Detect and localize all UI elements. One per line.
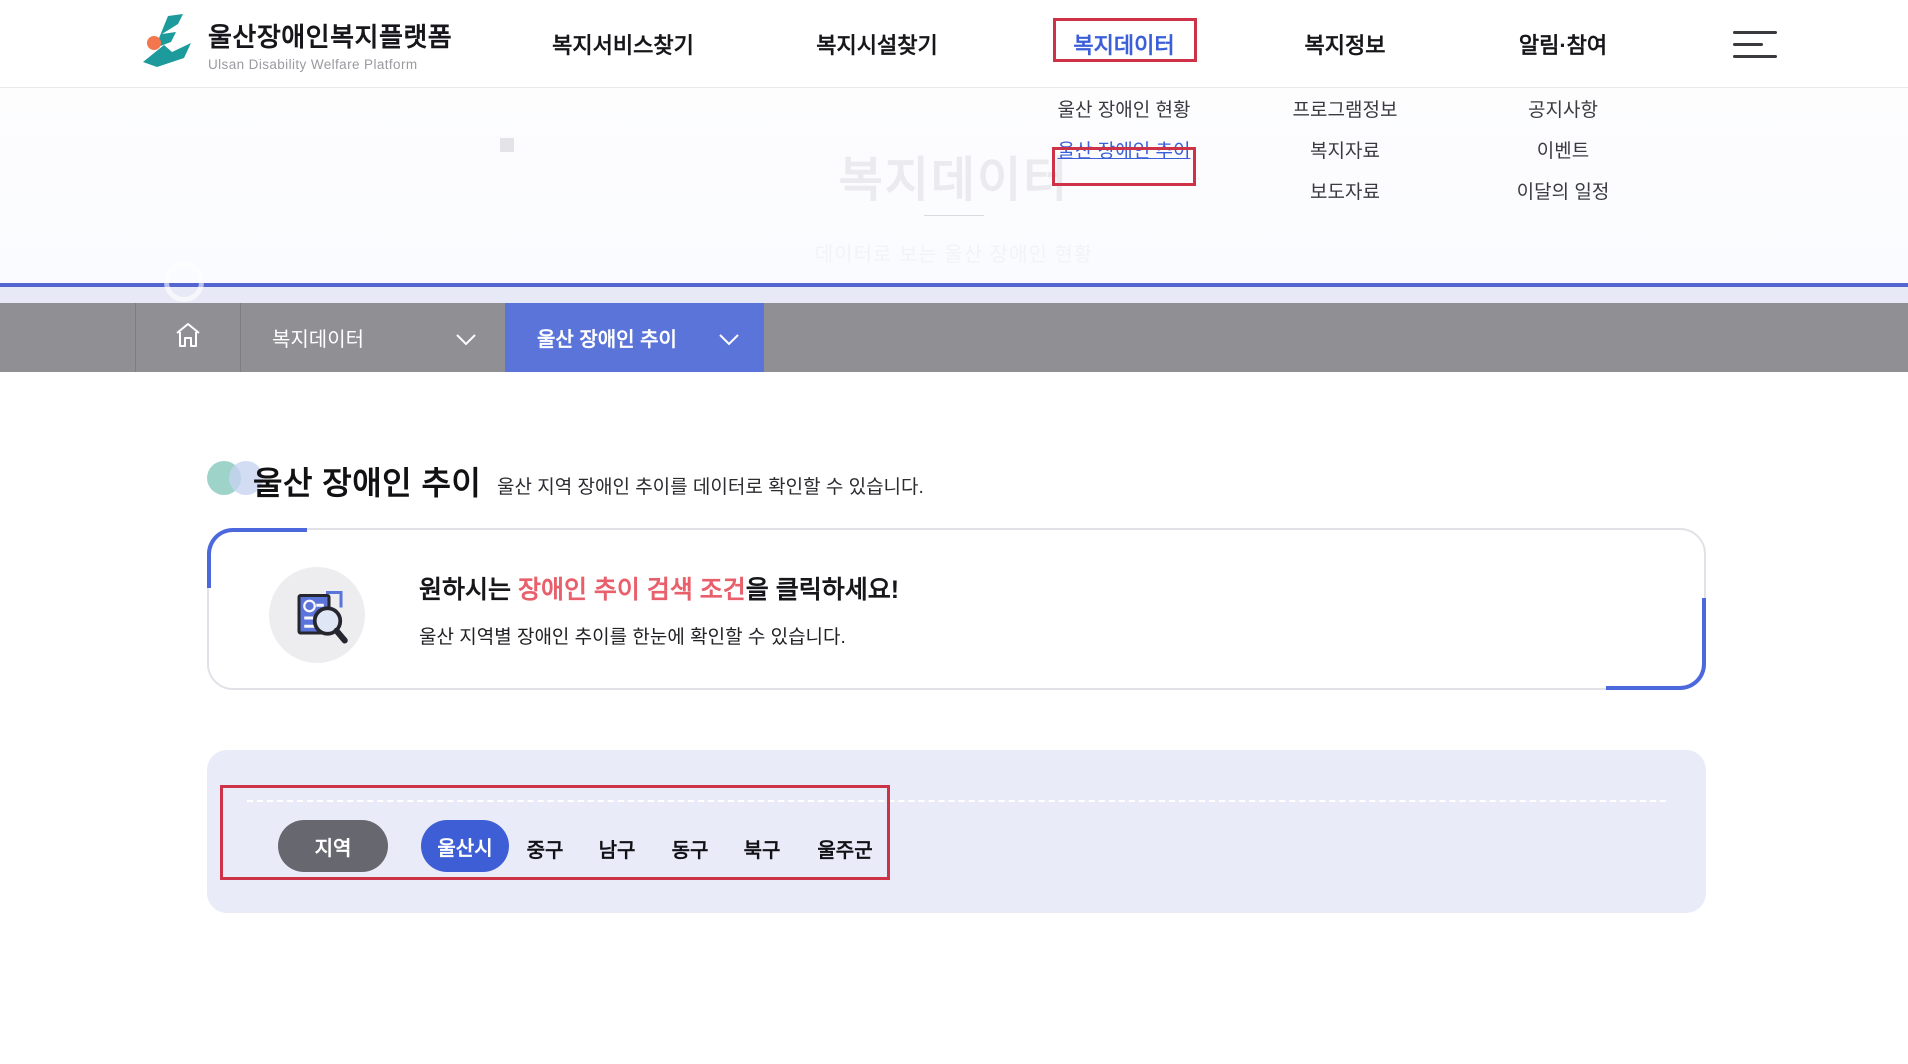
card-heading-prefix: 원하시는	[419, 576, 518, 604]
dropdown-item-events[interactable]: 이벤트	[1473, 129, 1653, 170]
logo-title: 울산장애인복지플랫폼	[208, 17, 452, 54]
logo-subtitle: Ulsan Disability Welfare Platform	[208, 57, 452, 72]
page: 복지데이터 데이터로 보는 울산 장애인 현황 울산 장애인 현황 울산 장애인…	[0, 0, 1908, 1064]
region-option-junggu[interactable]: 중구	[505, 834, 585, 863]
breadcrumb-home[interactable]	[135, 303, 240, 372]
banner-subtitle: 데이터로 보는 울산 장애인 현황	[0, 238, 1908, 267]
card-corner-accent-topleft	[207, 528, 307, 588]
dropdown-column-notice: 공지사항 이벤트 이달의 일정	[1473, 88, 1653, 211]
region-filter-label: 지역	[278, 820, 388, 872]
banner-bottom-accent	[0, 283, 1908, 287]
logo-text: 울산장애인복지플랫폼 Ulsan Disability Welfare Plat…	[208, 17, 452, 72]
banner-decoration-square	[500, 138, 514, 152]
dropdown-item-press-releases[interactable]: 보도자료	[1255, 170, 1435, 211]
nav-welfare-services[interactable]: 복지서비스찾기	[523, 0, 723, 88]
page-description: 울산 지역 장애인 추이를 데이터로 확인할 수 있습니다.	[497, 472, 924, 499]
dropdown-item-monthly-schedule[interactable]: 이달의 일정	[1473, 170, 1653, 211]
nav-welfare-data[interactable]: 복지데이터	[1024, 0, 1224, 88]
chevron-down-icon	[455, 330, 477, 353]
banner-decoration-ring	[164, 262, 204, 302]
dropdown-item-ulsan-trend[interactable]: 울산 장애인 추이	[1034, 129, 1214, 170]
site-header: 울산장애인복지플랫폼 Ulsan Disability Welfare Plat…	[0, 0, 1908, 88]
page-title: 울산 장애인 추이	[253, 458, 481, 504]
ulsan-platform-logo-icon	[138, 12, 198, 77]
dropdown-column-info: 프로그램정보 복지자료 보도자료	[1255, 88, 1435, 211]
chevron-down-icon	[718, 330, 740, 353]
region-option-ulsan-city[interactable]: 울산시	[421, 820, 509, 872]
nav-welfare-facilities[interactable]: 복지시설찾기	[777, 0, 977, 88]
breadcrumb-level1[interactable]: 복지데이터	[240, 303, 505, 372]
breadcrumb-level2-label: 울산 장애인 추이	[537, 323, 677, 352]
dropdown-item-welfare-materials[interactable]: 복지자료	[1255, 129, 1435, 170]
dropdown-column-data: 울산 장애인 현황 울산 장애인 추이	[1034, 88, 1214, 170]
dropdown-item-program-info[interactable]: 프로그램정보	[1255, 88, 1435, 129]
breadcrumb-level1-label: 복지데이터	[272, 323, 364, 352]
filter-dashed-divider	[247, 800, 1666, 802]
dropdown-item-notices[interactable]: 공지사항	[1473, 88, 1653, 129]
banner-bottom-strip	[0, 287, 1908, 303]
home-icon	[173, 320, 203, 355]
card-heading-highlight: 장애인 추이 검색 조건	[518, 576, 746, 604]
banner-divider	[924, 215, 984, 216]
nav-welfare-info[interactable]: 복지정보	[1245, 0, 1445, 88]
site-logo[interactable]: 울산장애인복지플랫폼 Ulsan Disability Welfare Plat…	[138, 12, 452, 77]
dropdown-item-ulsan-status[interactable]: 울산 장애인 현황	[1034, 88, 1214, 129]
region-option-uljugun[interactable]: 울주군	[800, 834, 890, 863]
card-heading-suffix: 을 클릭하세요!	[746, 576, 899, 604]
nav-notice-participation[interactable]: 알림·참여	[1463, 0, 1663, 88]
hamburger-icon[interactable]	[1733, 29, 1779, 61]
card-subtext: 울산 지역별 장애인 추이를 한눈에 확인할 수 있습니다.	[419, 622, 846, 649]
region-option-bukgu[interactable]: 북구	[722, 834, 802, 863]
region-option-donggu[interactable]: 동구	[650, 834, 730, 863]
breadcrumb: 복지데이터 울산 장애인 추이	[0, 303, 1908, 372]
card-corner-accent-bottomright	[1606, 598, 1706, 690]
region-option-namgu[interactable]: 남구	[577, 834, 657, 863]
card-heading: 원하시는 장애인 추이 검색 조건을 클릭하세요!	[419, 570, 899, 606]
breadcrumb-level2[interactable]: 울산 장애인 추이	[505, 303, 764, 372]
info-card: 원하시는 장애인 추이 검색 조건을 클릭하세요! 울산 지역별 장애인 추이를…	[207, 528, 1706, 690]
